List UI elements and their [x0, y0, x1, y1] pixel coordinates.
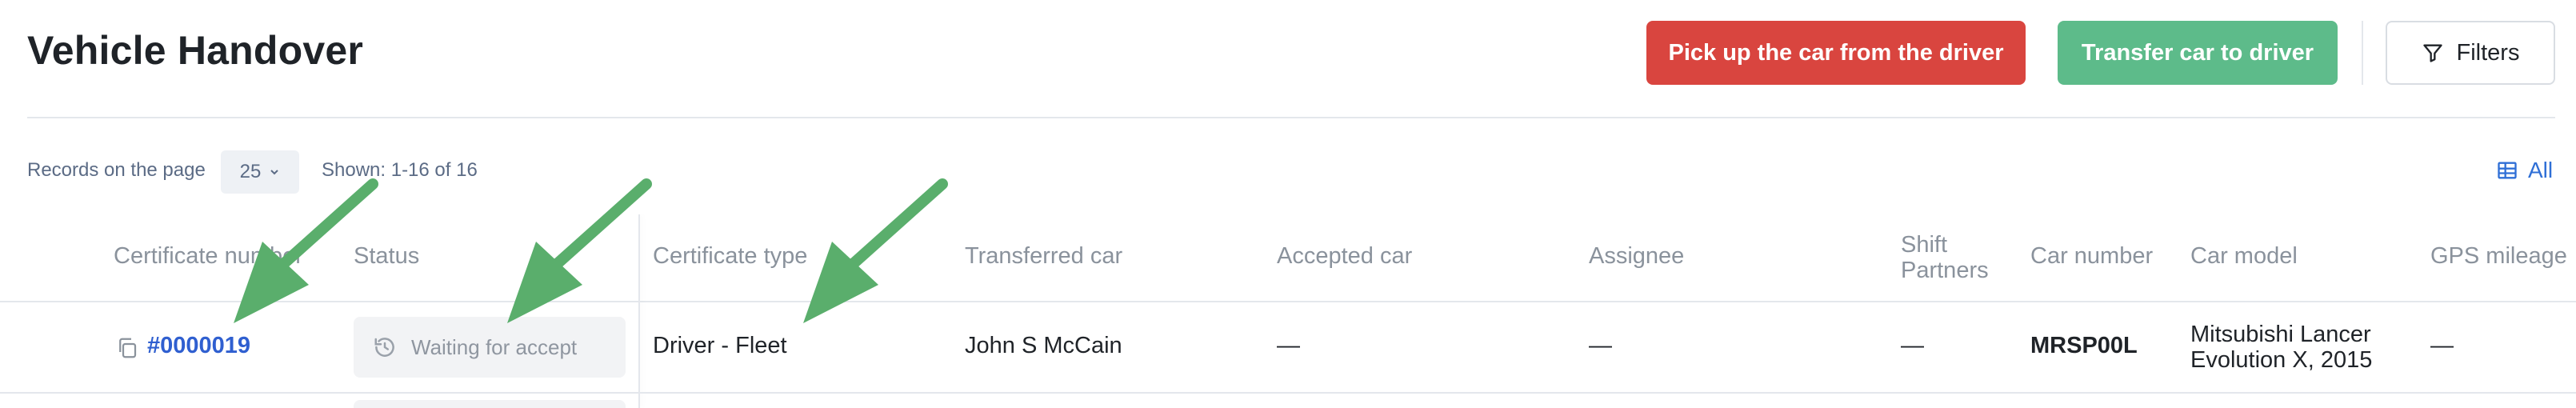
- car-model-line1: Mitsubishi Lancer: [2190, 322, 2371, 347]
- column-header-transferred-car[interactable]: Transferred car: [965, 243, 1122, 269]
- column-header-assignee[interactable]: Assignee: [1589, 243, 1684, 269]
- columns-all-toggle[interactable]: All: [2496, 158, 2553, 183]
- table-columns-icon: [2498, 162, 2517, 179]
- all-label: All: [2528, 158, 2554, 182]
- shift-partners-line1: Shift: [1901, 232, 1948, 258]
- filters-label: Filters: [2456, 39, 2520, 66]
- status-text: Waiting for accept: [411, 334, 578, 359]
- transfer-car-button[interactable]: Transfer car to driver: [2058, 21, 2338, 85]
- page-title: Vehicle Handover: [27, 28, 364, 73]
- car-number-cell: MRSP00L: [2030, 333, 2138, 358]
- column-header-shift-partners[interactable]: Shift Partners: [1901, 232, 1989, 283]
- status-badge: Waiting for accept: [354, 317, 626, 378]
- sticky-column-divider: [638, 214, 640, 408]
- car-model-cell: Mitsubishi Lancer Evolution X, 2015: [2190, 322, 2372, 373]
- accepted-car-cell: —: [1277, 333, 1300, 358]
- copy-icon[interactable]: [115, 336, 139, 360]
- filters-button[interactable]: Filters: [2386, 21, 2555, 85]
- column-header-car-number[interactable]: Car number: [2030, 243, 2153, 269]
- column-header-gps-mileage[interactable]: GPS mileage: [2430, 243, 2567, 269]
- assignee-cell: —: [1589, 333, 1612, 358]
- pickup-car-button[interactable]: Pick up the car from the driver: [1646, 21, 2026, 85]
- page-size-select[interactable]: 25: [221, 150, 299, 194]
- certificate-type-cell: Driver - Fleet: [653, 333, 787, 358]
- transferred-car-cell: John S McCain: [965, 333, 1122, 358]
- table-header-rule: [0, 301, 2576, 302]
- annotation-arrow: [831, 178, 948, 284]
- table-row-rule: [0, 392, 2576, 394]
- header-divider: [2362, 21, 2363, 85]
- column-header-status[interactable]: Status: [354, 243, 419, 269]
- next-row-status-badge: [354, 400, 626, 408]
- annotation-arrow-head: [507, 242, 582, 323]
- shift-partners-line2: Partners: [1901, 258, 1989, 283]
- column-header-accepted-car[interactable]: Accepted car: [1277, 243, 1412, 269]
- column-header-certificate-type[interactable]: Certificate type: [653, 243, 807, 269]
- page-size-value: 25: [239, 161, 262, 182]
- shift-partners-cell: —: [1901, 333, 1924, 358]
- annotation-arrow-head: [803, 242, 878, 323]
- filter-icon: [2422, 44, 2442, 62]
- records-per-page-label: Records on the page: [27, 159, 206, 181]
- column-header-certificate-number[interactable]: Certificate number: [114, 243, 303, 269]
- header-divider-line: [27, 117, 2555, 118]
- annotation-arrow: [535, 178, 652, 284]
- shown-count: Shown: 1-16 of 16: [322, 159, 478, 181]
- chevron-down-icon: [270, 170, 279, 175]
- gps-mileage-cell: —: [2430, 333, 2454, 358]
- certificate-number-link[interactable]: #0000019: [147, 333, 250, 359]
- car-model-line2: Evolution X, 2015: [2190, 347, 2373, 373]
- history-icon: [374, 338, 394, 357]
- column-header-car-model[interactable]: Car model: [2190, 243, 2298, 269]
